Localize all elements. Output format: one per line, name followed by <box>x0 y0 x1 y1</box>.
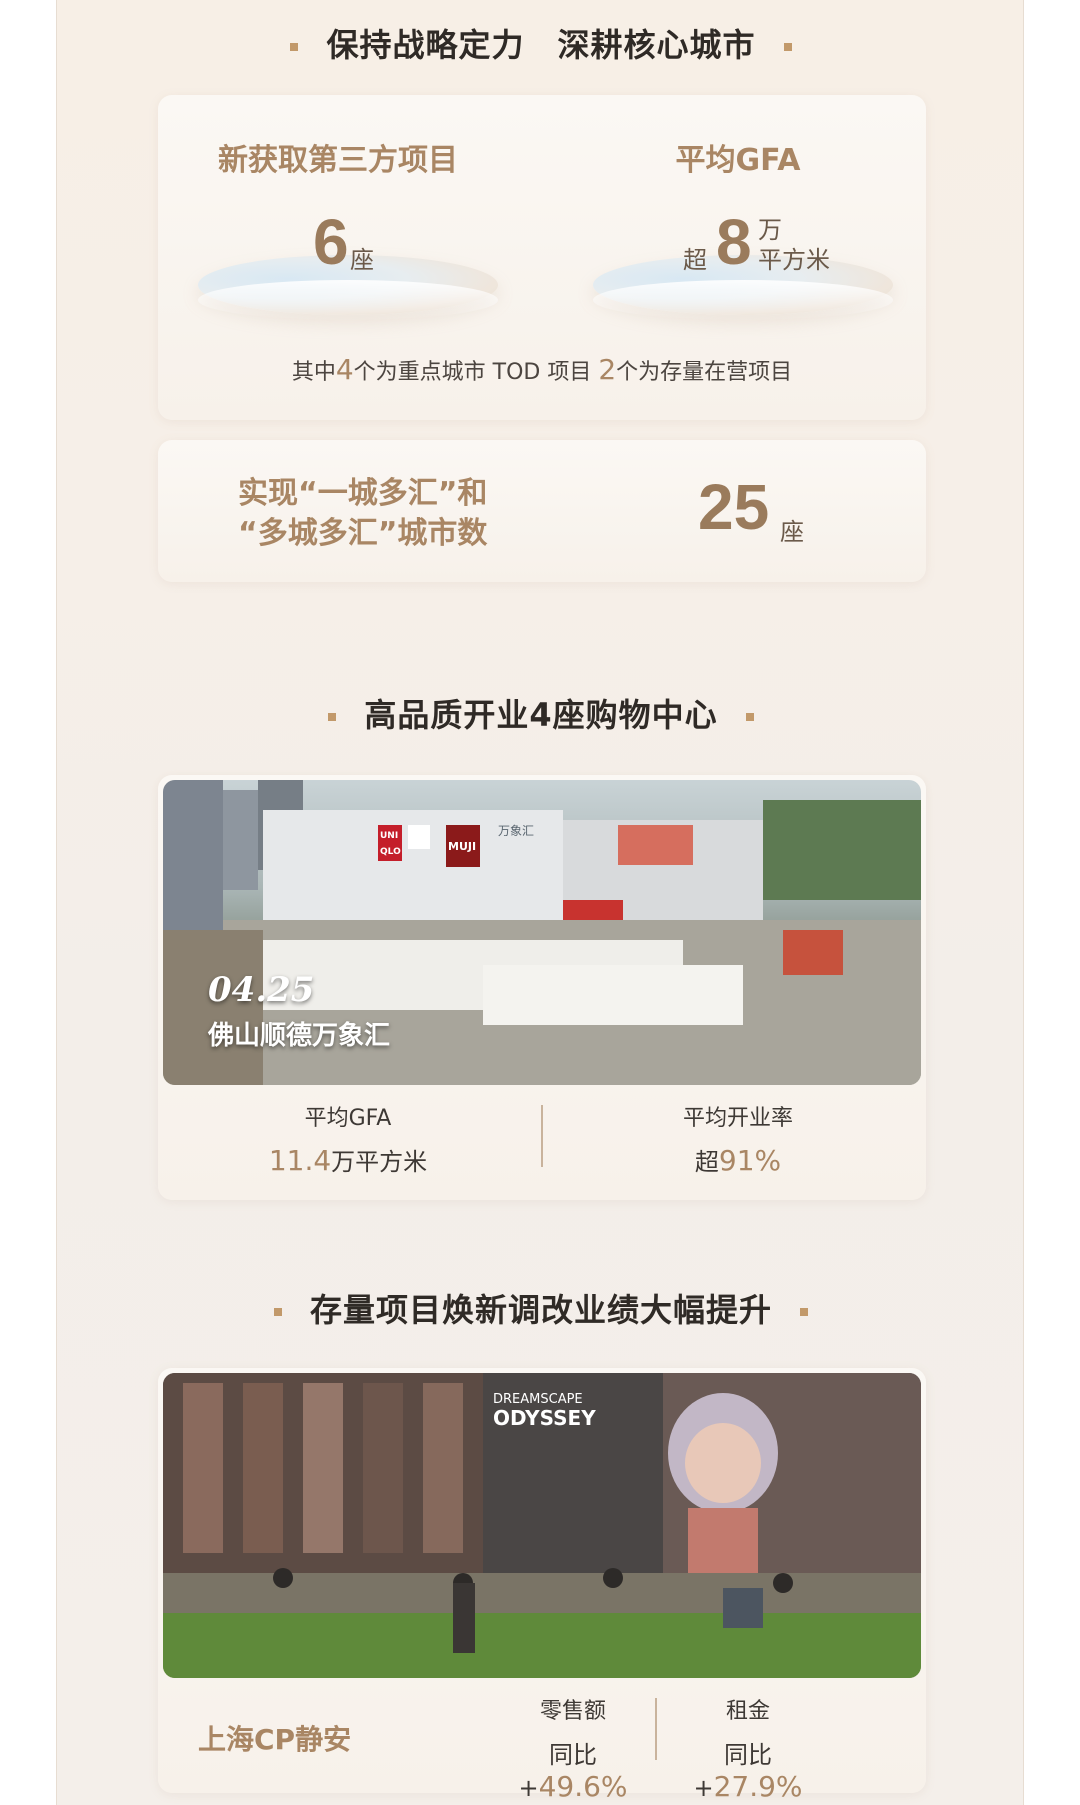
metric-prefix-avg-gfa: 超 <box>683 246 707 274</box>
opening-card: MUJI UNI QLO 万象汇 04.25 佛山顺德万象汇 平均GFA 11.… <box>158 775 926 1200</box>
section-title-strategy: 保持战略定力 深耕核心城市 <box>57 20 1025 66</box>
stat-value: 同比 +49.6% <box>498 1735 648 1803</box>
mall-photo-shanghai: DREAMSCAPE ODYSSEY <box>163 1373 921 1678</box>
metrics-card-cities: 实现“一城多汇”和 “多城多汇”城市数 25 座 <box>158 440 926 582</box>
project-name: 上海CP静安 <box>198 1723 352 1756</box>
stat-number: 27.9% <box>713 1770 803 1803</box>
section-title-text: 高品质开业4座购物中心 <box>364 696 718 734</box>
title-bullet-right <box>800 1308 808 1316</box>
dreamscape-sign: DREAMSCAPE <box>493 1392 583 1407</box>
title-bullet-left <box>273 1308 282 1316</box>
stat-retail-sales: 零售额 同比 +49.6% <box>498 1693 648 1803</box>
metric-label-new-projects: 新获取第三方项目 <box>218 143 458 178</box>
stat-opening-rate: 平均开业率 超91% <box>588 1100 888 1177</box>
renovation-card: DREAMSCAPE ODYSSEY 上海CP静安 零售额 同比 +49.6% <box>158 1368 926 1803</box>
muji-sign: MUJI <box>448 840 476 853</box>
stat-avg-gfa: 平均GFA 11.4万平方米 <box>198 1100 498 1177</box>
cities-label: 实现“一城多汇”和 “多城多汇”城市数 <box>238 474 487 554</box>
stat-number: 49.6% <box>538 1770 628 1803</box>
note-num-existing: 2 <box>598 353 617 386</box>
pedestal-right-shine <box>593 280 893 320</box>
metrics-card-acquisition: 新获取第三方项目 6 座 平均GFA 超 8 万 平方米 其中4个为重点城市 T… <box>158 95 926 420</box>
stat-value: 11.4万平方米 <box>198 1142 498 1177</box>
section-title-openings: 高品质开业4座购物中心 <box>57 690 1025 736</box>
acquisition-note: 其中4个为重点城市 TOD 项目 2个为存量在营项目 <box>158 353 926 386</box>
stat-value: 同比 +27.9% <box>673 1735 823 1803</box>
uniqlo-sign-bottom: QLO <box>380 847 401 857</box>
note-text: 其中 <box>291 360 336 385</box>
page-background: 保持战略定力 深耕核心城市 新获取第三方项目 6 座 平均GFA 超 8 万 平… <box>56 0 1024 1805</box>
cities-unit: 座 <box>780 518 804 546</box>
mall-photo: MUJI UNI QLO 万象汇 04.25 佛山顺德万象汇 <box>163 780 921 1085</box>
cities-label-line2: “多城多汇”城市数 <box>238 516 488 551</box>
stat-label: 租金 <box>725 1699 770 1724</box>
section-title-text: 保持战略定力 深耕核心城市 <box>326 26 756 64</box>
section-title-renovation: 存量项目焕新调改业绩大幅提升 <box>57 1285 1025 1331</box>
stat-unit: 万平方米 <box>331 1148 428 1176</box>
uniqlo-sign-top: UNI <box>380 831 398 841</box>
note-text: 个为存量在营项目 <box>616 360 793 385</box>
title-bullet-right <box>745 713 754 721</box>
note-text: 个为重点城市 TOD 项目 <box>353 360 599 385</box>
stat-divider <box>655 1698 657 1760</box>
stat-label: 平均GFA <box>304 1106 392 1131</box>
pedestal-left-shine <box>198 280 498 320</box>
stat-label: 平均开业率 <box>682 1106 793 1131</box>
stat-number: 91% <box>718 1144 782 1177</box>
stat-divider <box>541 1105 543 1167</box>
stat-number: 11.4 <box>268 1144 332 1177</box>
photo-date: 04.25 <box>208 970 315 1010</box>
photo-caption: 佛山顺德万象汇 <box>208 1021 391 1051</box>
cities-value: 25 <box>698 471 770 543</box>
metric-unit-sqm: 平方米 <box>758 246 830 274</box>
metric-value-new-projects: 6 <box>313 206 349 278</box>
title-bullet-left <box>328 713 337 721</box>
stat-prefix: 超 <box>694 1148 719 1176</box>
section-title-text: 存量项目焕新调改业绩大幅提升 <box>309 1291 772 1329</box>
metric-label-avg-gfa: 平均GFA <box>675 143 801 178</box>
metric-value-avg-gfa: 8 <box>716 206 752 278</box>
metric-unit-new-projects: 座 <box>350 246 374 274</box>
mall-sign: 万象汇 <box>498 824 534 838</box>
note-num-tod: 4 <box>335 353 354 386</box>
shanghai-illustration: DREAMSCAPE ODYSSEY <box>163 1373 921 1678</box>
odyssey-sign: ODYSSEY <box>493 1406 596 1430</box>
stat-rent: 租金 同比 +27.9% <box>673 1693 823 1803</box>
stat-label: 零售额 <box>539 1699 606 1724</box>
stat-value: 超91% <box>588 1142 888 1177</box>
title-bullet-right <box>783 43 792 51</box>
title-bullet-left <box>290 43 299 51</box>
cities-label-line1: 实现“一城多汇”和 <box>238 476 488 511</box>
